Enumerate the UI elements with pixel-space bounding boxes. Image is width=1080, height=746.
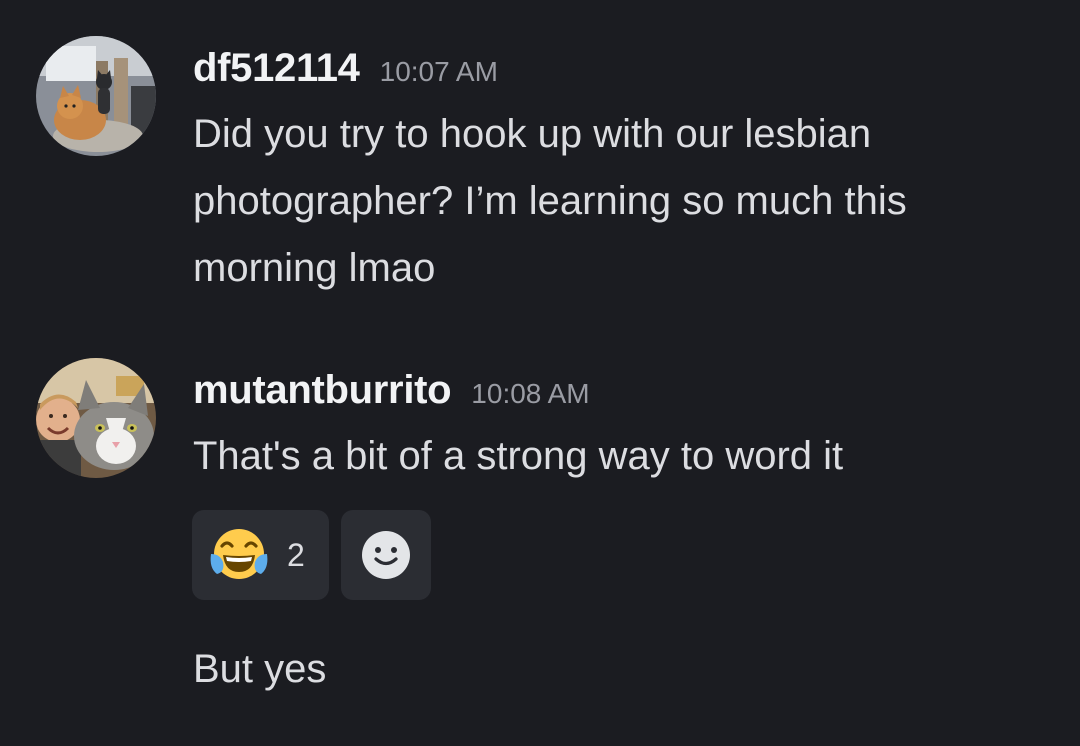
add-reaction-button[interactable] [341,510,431,600]
message-text: That's a bit of a strong way to word it [193,434,844,478]
reaction-count: 2 [287,536,305,573]
add-reaction-smiley-icon [362,531,410,579]
avatar[interactable] [36,358,156,478]
message-header: mutantburrito 10:08 AM [193,368,590,413]
tears-of-joy-emoji [210,529,268,579]
cats-photo-avatar [36,36,156,156]
timestamp[interactable]: 10:07 AM [380,56,498,87]
avatar[interactable] [36,36,156,156]
person-with-cat-avatar [36,358,156,478]
reaction-tears-of-joy[interactable]: 2 [192,510,329,600]
username[interactable]: mutantburrito [193,368,452,412]
message-header: df512114 10:07 AM [193,46,498,91]
username[interactable]: df512114 [193,46,360,90]
message-text-followup: But yes [193,647,327,691]
message-text: Did you try to hook up with our lesbian … [193,112,907,290]
reactions-bar: 2 [192,510,431,600]
timestamp[interactable]: 10:08 AM [471,378,589,409]
